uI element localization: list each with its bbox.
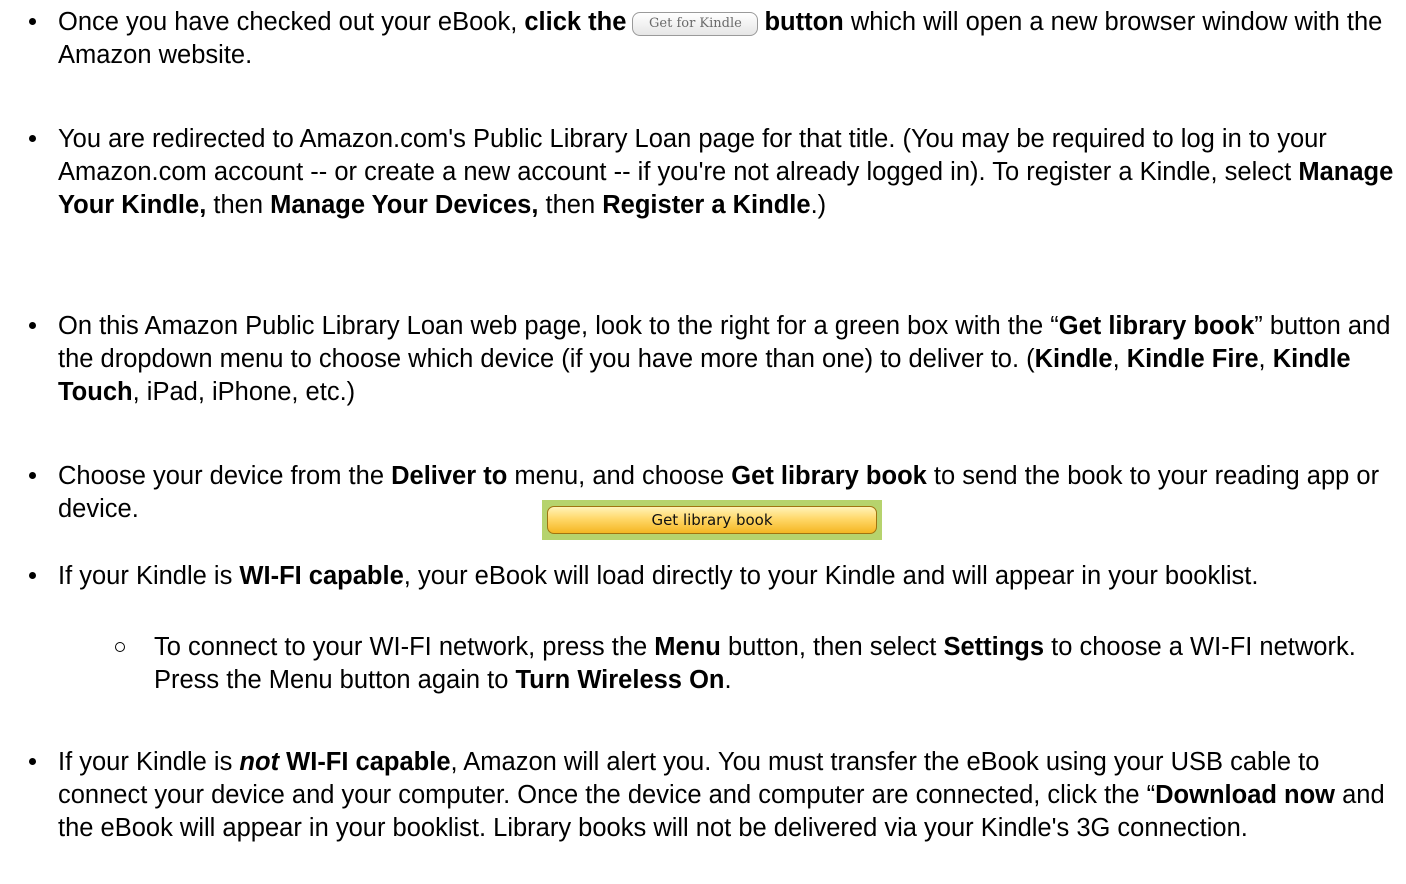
text-run: Get library book <box>1058 312 1255 340</box>
text-run: Menu <box>654 633 721 661</box>
text-run: On this Amazon Public Library Loan web p… <box>58 312 1059 340</box>
text-run: Deliver to <box>391 462 508 490</box>
text-run: then <box>538 191 603 219</box>
text-run: Choose your device from the <box>58 462 392 490</box>
text-run: WI-FI capable <box>279 748 451 776</box>
text-run: button <box>764 8 844 36</box>
bullet <box>22 460 42 493</box>
item-text: Once you have checked out your eBook, cl… <box>58 6 1398 72</box>
item-text: You are redirected to Amazon.com's Publi… <box>58 123 1398 222</box>
get-for-kindle-button[interactable]: Get for Kindle <box>632 12 759 36</box>
item-text: On this Amazon Public Library Loan web p… <box>58 310 1398 409</box>
text-run: You are redirected to Amazon.com's Publi… <box>58 125 1327 186</box>
text-run: To connect to your WI-FI network, press … <box>154 633 655 661</box>
text-run: Once you have checked out your eBook, <box>58 8 525 36</box>
sub-bullet <box>110 631 130 664</box>
text-run: Get library book <box>731 462 927 490</box>
bullet <box>22 560 42 593</box>
text-run: button, then select <box>720 633 944 661</box>
text-run: , <box>1112 345 1127 373</box>
text-run: . <box>724 666 732 694</box>
text-run: WI-FI capable <box>239 562 404 590</box>
bullet <box>22 310 42 343</box>
text-run: If your Kindle is <box>58 748 240 776</box>
text-run: If your Kindle is <box>58 562 240 590</box>
sub-item-text: To connect to your WI-FI network, press … <box>154 631 1394 697</box>
text-run: click the <box>524 8 627 36</box>
text-run: Kindle <box>1034 345 1113 373</box>
text-run: Manage Your Devices, <box>270 191 539 219</box>
text-run: not <box>239 748 280 776</box>
bullet <box>22 123 42 156</box>
item-text: If your Kindle is WI-FI capable, your eB… <box>58 560 1398 593</box>
item-text: If your Kindle is not WI-FI capable, Ama… <box>58 746 1398 845</box>
text-run: Register a Kindle <box>602 191 811 219</box>
item-text: Choose your device from the Deliver to m… <box>58 460 1398 540</box>
bullet <box>22 746 42 779</box>
text-run: Settings <box>943 633 1045 661</box>
text-run: , iPad, iPhone, etc.) <box>132 378 356 406</box>
text-run: Kindle Fire <box>1126 345 1259 373</box>
text-run: menu, and choose <box>507 462 732 490</box>
text-run: then <box>206 191 271 219</box>
text-run: , <box>1258 345 1273 373</box>
text-run: , your eBook will load directly to your … <box>403 562 1259 590</box>
text-run: Download now <box>1155 781 1336 809</box>
text-run: .) <box>810 191 827 219</box>
get-library-book-button-frame: Get library book <box>542 500 882 540</box>
text-run: Turn Wireless On <box>515 666 725 694</box>
bullet <box>22 6 42 39</box>
get-library-book-button[interactable]: Get library book <box>547 506 877 534</box>
document-page: Once you have checked out your eBook, cl… <box>0 0 1406 884</box>
